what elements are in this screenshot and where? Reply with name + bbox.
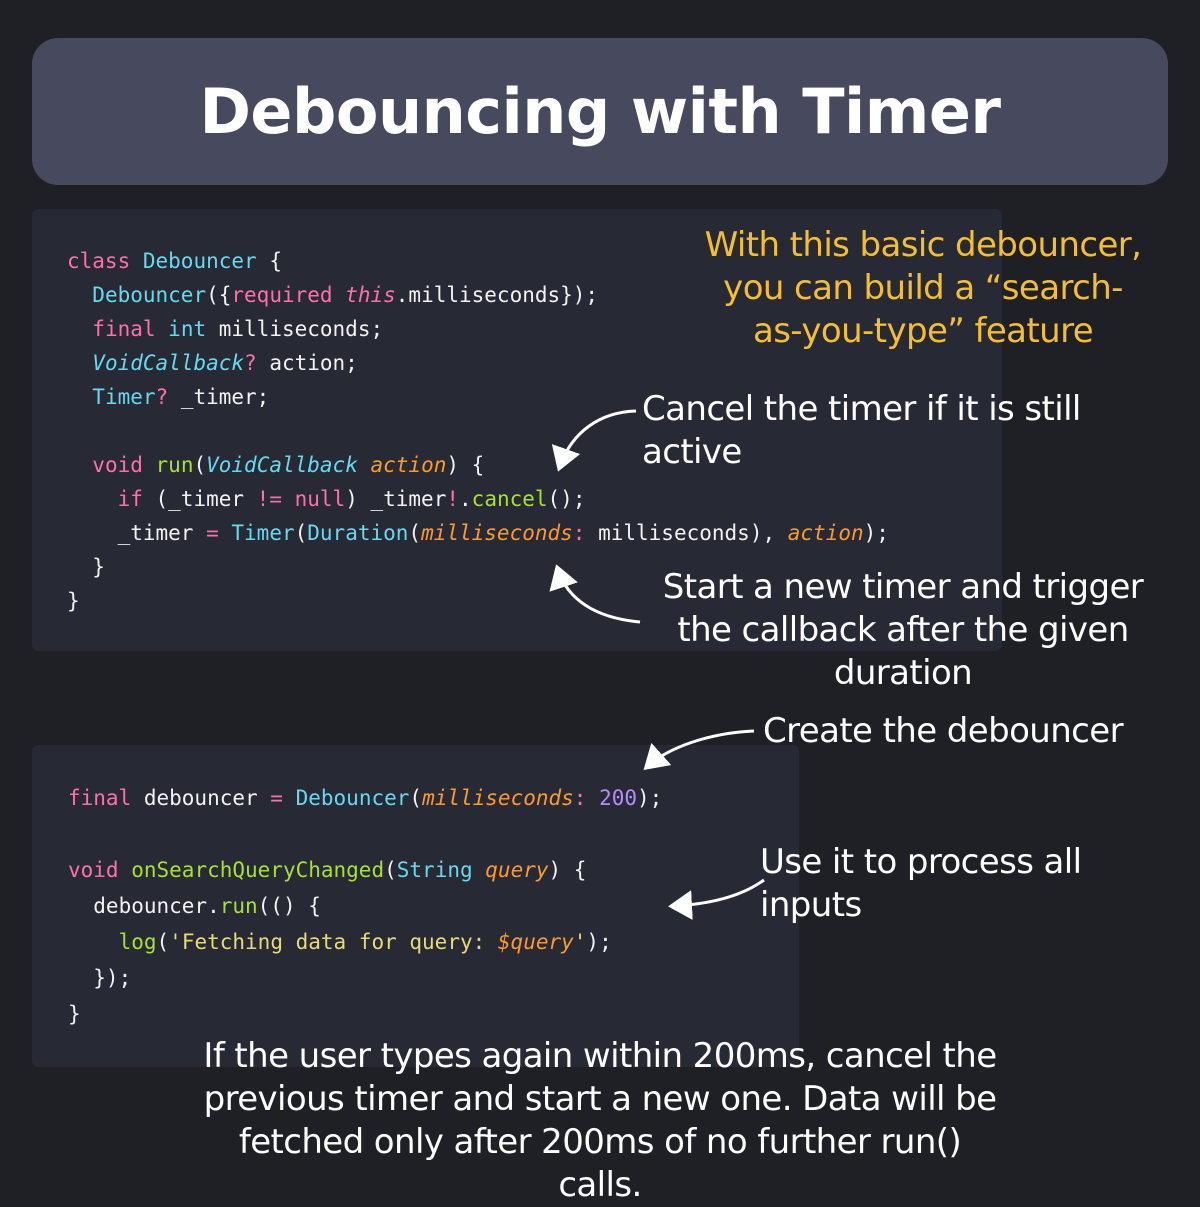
arrows-layer <box>549 409 765 921</box>
curved-arrow-icon <box>549 564 641 624</box>
curved-arrow-icon <box>551 409 637 472</box>
curved-arrow-icon <box>643 729 755 771</box>
curved-arrow-icon <box>668 878 765 921</box>
